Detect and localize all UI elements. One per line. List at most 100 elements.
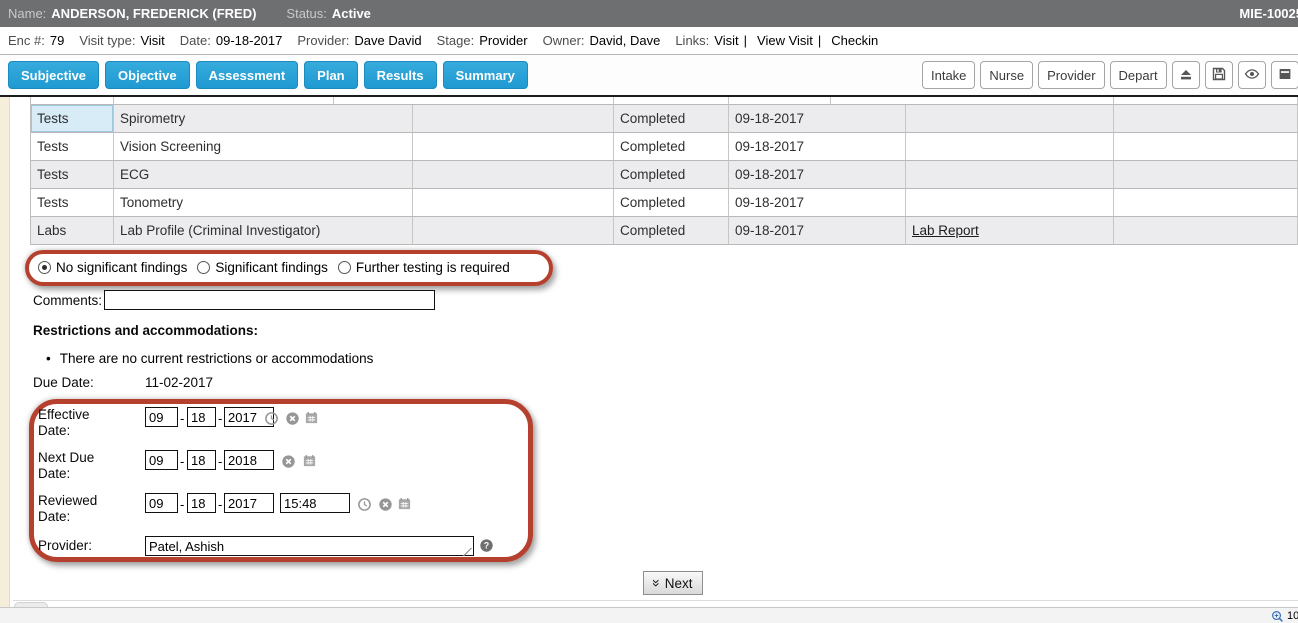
provider-button[interactable]: Provider bbox=[1038, 61, 1104, 89]
findings-radio-group: No significant findings Significant find… bbox=[38, 260, 520, 275]
reviewed-month-input[interactable] bbox=[145, 493, 178, 513]
due-date-value: 11-02-2017 bbox=[145, 375, 213, 390]
restrictions-item: •There are no current restrictions or ac… bbox=[46, 351, 373, 366]
patient-name-value: ANDERSON, FREDERICK (FRED) bbox=[51, 6, 256, 21]
reviewed-clear-icon[interactable] bbox=[378, 497, 393, 512]
lab-report-link[interactable]: Lab Report bbox=[912, 223, 979, 238]
reviewed-day-input[interactable] bbox=[187, 493, 216, 513]
toolbar: Subjective Objective Assessment Plan Res… bbox=[0, 55, 1298, 95]
restrictions-heading: Restrictions and accommodations: bbox=[33, 323, 258, 338]
table-cell-date: 09-18-2017 bbox=[729, 105, 906, 133]
reviewed-clock-icon[interactable] bbox=[357, 497, 372, 512]
tab-plan[interactable]: Plan bbox=[304, 61, 357, 89]
table-cell-date: 09-18-2017 bbox=[729, 133, 906, 161]
table-cell-category[interactable]: Tests bbox=[31, 105, 114, 133]
tab-summary[interactable]: Summary bbox=[443, 61, 528, 89]
comments-label: Comments: bbox=[33, 293, 102, 308]
enc-number: Enc #: 79 bbox=[8, 33, 64, 48]
nurse-button[interactable]: Nurse bbox=[980, 61, 1033, 89]
view-button[interactable] bbox=[1238, 61, 1266, 89]
patient-status-label: Status: bbox=[286, 6, 326, 21]
radio-significant-findings[interactable] bbox=[197, 261, 210, 274]
visit-stage: Stage: Provider bbox=[437, 33, 528, 48]
next-due-date-label: Next Due Date: bbox=[38, 450, 118, 482]
comments-input[interactable] bbox=[104, 290, 435, 310]
table-cell-status: Completed bbox=[614, 133, 729, 161]
stage-buttons: Intake Nurse Provider Depart bbox=[922, 61, 1298, 89]
table-row-spirometry[interactable]: Tests Spirometry Completed 09-18-2017 bbox=[31, 105, 1298, 133]
table-cell-status: Completed bbox=[614, 105, 729, 133]
tab-results[interactable]: Results bbox=[364, 61, 437, 89]
reviewed-year-input[interactable] bbox=[224, 493, 274, 513]
table-cell-status: Completed bbox=[614, 189, 729, 217]
status-bar: 100% bbox=[0, 607, 1298, 623]
table-cell-name: Lab Profile (Criminal Investigator) bbox=[114, 217, 413, 245]
provider-input-resize-grip[interactable] bbox=[463, 548, 472, 556]
reviewed-date-label: Reviewed Date: bbox=[38, 493, 118, 525]
encounter-info-bar: Enc #: 79 Visit type: Visit Date: 09-18-… bbox=[0, 27, 1298, 55]
next-due-clear-icon[interactable] bbox=[281, 454, 296, 469]
next-button[interactable]: » Next bbox=[643, 571, 703, 595]
archive-icon bbox=[1277, 66, 1293, 85]
table-cell-name: Vision Screening bbox=[114, 133, 413, 161]
tab-subjective[interactable]: Subjective bbox=[8, 61, 99, 89]
table-cell-category: Tests bbox=[31, 189, 114, 217]
patient-status-value: Active bbox=[332, 6, 371, 21]
content-bottom-divider bbox=[13, 600, 1298, 601]
ehr-encounter-screen: Name: ANDERSON, FREDERICK (FRED) Status:… bbox=[0, 0, 1298, 623]
archive-button[interactable] bbox=[1271, 61, 1298, 89]
table-row-tonometry[interactable]: Tests Tonometry Completed 09-18-2017 bbox=[31, 189, 1298, 217]
zoom-level-value: 100% bbox=[1287, 610, 1298, 622]
reviewed-time-input[interactable] bbox=[280, 493, 350, 513]
table-row-vision-screening[interactable]: Tests Vision Screening Completed 09-18-2… bbox=[31, 133, 1298, 161]
provider-help-icon[interactable]: ? bbox=[479, 538, 494, 553]
next-due-month-input[interactable] bbox=[145, 450, 178, 470]
visit-provider: Provider: Dave David bbox=[297, 33, 421, 48]
chevron-double-down-icon: » bbox=[652, 579, 662, 587]
effective-day-input[interactable] bbox=[187, 407, 216, 427]
visit-type: Visit type: Visit bbox=[79, 33, 164, 48]
eject-button[interactable] bbox=[1172, 61, 1200, 89]
org-id: MIE-10025 bbox=[1239, 6, 1298, 21]
table-row-partial bbox=[31, 97, 1298, 105]
visit-date: Date: 09-18-2017 bbox=[180, 33, 283, 48]
patient-name-label: Name: bbox=[8, 6, 46, 21]
section-tabs: Subjective Objective Assessment Plan Res… bbox=[8, 61, 528, 89]
next-due-calendar-icon[interactable] bbox=[302, 453, 317, 468]
table-cell-name: Spirometry bbox=[114, 105, 413, 133]
table-cell-category: Tests bbox=[31, 161, 114, 189]
eject-icon bbox=[1178, 66, 1194, 85]
link-visit[interactable]: Visit bbox=[714, 33, 738, 48]
table-cell-date: 09-18-2017 bbox=[729, 217, 906, 245]
orders-results-table: Tests Spirometry Completed 09-18-2017 Te… bbox=[30, 97, 1298, 245]
radio-further-testing[interactable] bbox=[338, 261, 351, 274]
tab-assessment[interactable]: Assessment bbox=[196, 61, 299, 89]
effective-clock-icon[interactable] bbox=[264, 411, 279, 426]
effective-calendar-icon[interactable] bbox=[304, 410, 319, 425]
provider-field-label: Provider: bbox=[38, 538, 118, 554]
table-row-lab-profile[interactable]: Labs Lab Profile (Criminal Investigator)… bbox=[31, 217, 1298, 245]
next-due-year-input[interactable] bbox=[224, 450, 274, 470]
reviewed-calendar-icon[interactable] bbox=[397, 496, 412, 511]
effective-clear-icon[interactable] bbox=[285, 411, 300, 426]
radio-no-significant-findings[interactable] bbox=[38, 261, 51, 274]
effective-date-label: Effective Date: bbox=[38, 407, 118, 439]
next-due-day-input[interactable] bbox=[187, 450, 216, 470]
left-margin-strip bbox=[0, 97, 10, 607]
tab-objective[interactable]: Objective bbox=[105, 61, 190, 89]
visit-links: Links: Visit | View Visit | Checkin bbox=[675, 33, 878, 48]
depart-button[interactable]: Depart bbox=[1110, 61, 1167, 89]
table-row-ecg[interactable]: Tests ECG Completed 09-18-2017 bbox=[31, 161, 1298, 189]
patient-header-bar: Name: ANDERSON, FREDERICK (FRED) Status:… bbox=[0, 0, 1298, 27]
zoom-icon[interactable] bbox=[1271, 610, 1284, 623]
table-cell-status: Completed bbox=[614, 161, 729, 189]
svg-text:?: ? bbox=[484, 541, 489, 551]
intake-button[interactable]: Intake bbox=[922, 61, 975, 89]
provider-input[interactable] bbox=[145, 536, 474, 556]
link-view-visit[interactable]: View Visit bbox=[757, 33, 813, 48]
save-button[interactable] bbox=[1205, 61, 1233, 89]
table-cell-date: 09-18-2017 bbox=[729, 161, 906, 189]
link-checkin[interactable]: Checkin bbox=[831, 33, 878, 48]
effective-month-input[interactable] bbox=[145, 407, 178, 427]
table-cell-date: 09-18-2017 bbox=[729, 189, 906, 217]
